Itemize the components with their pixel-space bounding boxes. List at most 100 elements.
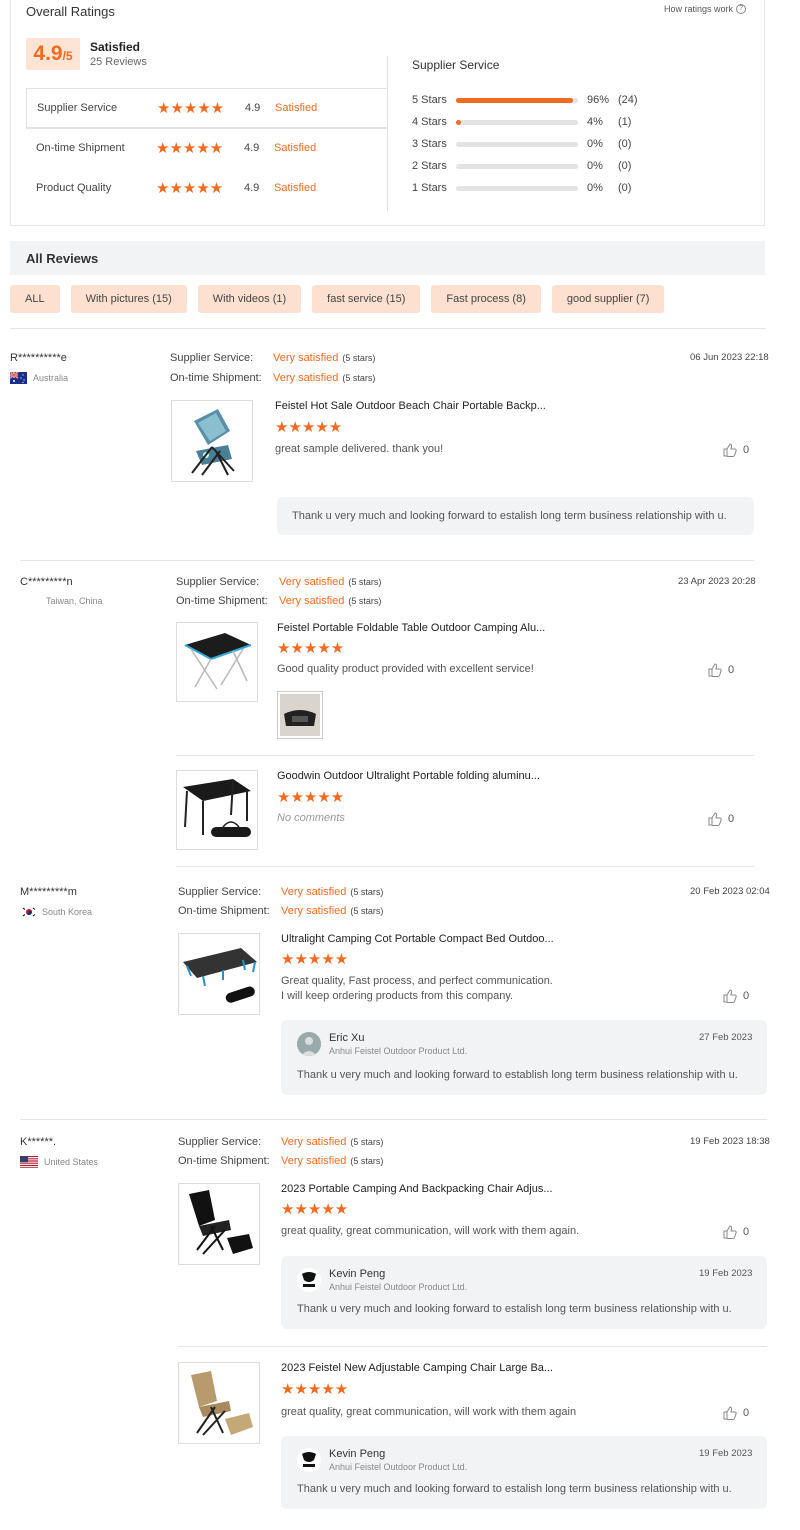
product-title[interactable]: Feistel Hot Sale Outdoor Beach Chair Por… <box>275 400 546 412</box>
rating-value: Very satisfied <box>273 372 339 384</box>
review-photo-thumbnail[interactable] <box>277 691 323 739</box>
divider <box>176 866 754 867</box>
divider <box>10 328 766 329</box>
avatar <box>297 1032 321 1056</box>
supplier-reply: Kevin Peng Anhui Feistel Outdoor Product… <box>281 1436 767 1509</box>
reply-author: Kevin Peng <box>329 1448 386 1460</box>
review-date: 19 Feb 2023 18:38 <box>690 1136 770 1147</box>
supplier-service-rating: Supplier Service: Very satisfied (5 stars) <box>178 886 383 898</box>
rating-row-label: Supplier Service <box>37 102 118 114</box>
folding-table-image <box>183 779 251 837</box>
filter-with-videos[interactable]: With videos (1) <box>197 285 302 313</box>
like-button[interactable]: 0 <box>723 1225 749 1239</box>
star-bar-2[interactable]: 2 Stars 0% (0) <box>412 159 631 173</box>
star-rating-icon: ★★★★★ <box>156 179 224 197</box>
bar-percent: 4% <box>587 116 603 128</box>
supplier-service-label: Supplier Service: <box>176 576 260 588</box>
product-image[interactable] <box>176 622 258 702</box>
supplier-reply: Kevin Peng Anhui Feistel Outdoor Product… <box>281 1256 767 1329</box>
how-ratings-label[interactable]: How ratings work <box>664 4 733 14</box>
reviewer-name: M*********m <box>20 886 77 898</box>
star-bar-3[interactable]: 3 Stars 0% (0) <box>412 137 631 151</box>
like-button[interactable]: 0 <box>723 989 749 1003</box>
like-count: 0 <box>728 813 735 825</box>
like-button[interactable]: 0 <box>723 443 749 457</box>
thumbs-up-icon[interactable] <box>723 1406 737 1420</box>
rating-stars-text: (5 stars) <box>342 353 376 363</box>
product-star-rating-icon: ★★★★★ <box>281 951 349 968</box>
product-star-rating-icon: ★★★★★ <box>277 789 345 806</box>
bar-label: 1 Stars <box>412 182 447 194</box>
bar-fill <box>456 119 461 125</box>
reply-company: Anhui Feistel Outdoor Product Ltd. <box>329 1462 468 1472</box>
question-icon[interactable]: ? <box>736 4 747 14</box>
product-star-rating-icon: ★★★★★ <box>281 1201 349 1218</box>
star-bar-1[interactable]: 1 Stars 0% (0) <box>412 181 631 195</box>
thumbs-up-icon[interactable] <box>723 1225 737 1239</box>
supplier-reply: Eric Xu Anhui Feistel Outdoor Product Lt… <box>281 1020 767 1095</box>
reviewer-country: South Korea <box>22 906 92 918</box>
reply-date: 27 Feb 2023 <box>699 1032 753 1043</box>
rating-row-label: Product Quality <box>36 182 112 194</box>
like-count: 0 <box>743 1407 750 1419</box>
product-title[interactable]: Goodwin Outdoor Ultralight Portable fold… <box>277 770 540 782</box>
ontime-label: On-time Shipment: <box>170 372 262 384</box>
thumbs-up-icon[interactable] <box>723 989 737 1003</box>
like-count: 0 <box>743 1226 750 1238</box>
score-value: 4.9 <box>33 42 63 65</box>
reply-date: 19 Feb 2023 <box>699 1448 753 1459</box>
product-image[interactable] <box>178 933 260 1015</box>
supplier-service-rating: Supplier Service: Very satisfied (5 stars) <box>170 352 375 364</box>
thumbs-up-icon[interactable] <box>723 443 737 457</box>
country-label: Taiwan, China <box>46 596 103 606</box>
bar-percent: 0% <box>587 138 603 150</box>
product-title[interactable]: Ultralight Camping Cot Portable Compact … <box>281 933 554 945</box>
rating-row-score: 4.9 <box>244 142 260 154</box>
bar-label: 3 Stars <box>412 138 447 150</box>
supplier-service-rating: Supplier Service: Very satisfied (5 stars) <box>176 576 381 588</box>
reviewer-country: Australia <box>10 372 68 384</box>
filter-fast-process[interactable]: Fast process (8) <box>431 285 541 313</box>
avatar <box>297 1268 321 1292</box>
rating-stars-text: (5 stars) <box>348 596 382 606</box>
reply-text: Thank u very much and looking forward to… <box>297 1069 738 1081</box>
thumbs-up-icon[interactable] <box>708 812 722 826</box>
like-button[interactable]: 0 <box>708 812 734 826</box>
like-button[interactable]: 0 <box>723 1406 749 1420</box>
score-badge: 4.9/5 <box>26 38 80 70</box>
star-rating-icon: ★★★★★ <box>157 99 225 117</box>
product-image[interactable] <box>178 1362 260 1444</box>
reviewer-name: C*********n <box>20 576 73 588</box>
star-bar-5[interactable]: 5 Stars 96% (24) <box>412 93 638 107</box>
camping-chair-image <box>191 409 235 476</box>
rating-value: Very satisfied <box>273 352 339 364</box>
filter-with-pictures[interactable]: With pictures (15) <box>70 285 187 313</box>
supplier-service-title: Supplier Service <box>412 58 500 72</box>
product-title[interactable]: 2023 Portable Camping And Backpacking Ch… <box>281 1183 553 1195</box>
company-logo-icon <box>302 1272 316 1287</box>
product-title[interactable]: Feistel Portable Foldable Table Outdoor … <box>277 622 545 634</box>
product-image[interactable] <box>178 1183 260 1265</box>
bar-count: (1) <box>618 116 632 128</box>
product-image[interactable] <box>171 400 253 482</box>
like-button[interactable]: 0 <box>708 663 734 677</box>
bar-label: 4 Stars <box>412 116 447 128</box>
score-out-of: /5 <box>62 49 73 63</box>
like-count: 0 <box>743 990 750 1002</box>
product-title[interactable]: 2023 Feistel New Adjustable Camping Chai… <box>281 1362 553 1374</box>
star-bar-4[interactable]: 4 Stars 4% (1) <box>412 115 631 129</box>
united-states-flag-icon <box>20 1156 38 1168</box>
review-filters: ALL With pictures (15) With videos (1) f… <box>10 285 665 313</box>
like-count: 0 <box>728 664 735 676</box>
thumbs-up-icon[interactable] <box>708 663 722 677</box>
filter-fast-service[interactable]: fast service (15) <box>312 285 421 313</box>
rating-row-product-quality: Product Quality ★★★★★ 4.9 Satisfied <box>26 168 388 208</box>
star-rating-icon: ★★★★★ <box>156 139 224 157</box>
reviewer-country: United States <box>20 1156 98 1168</box>
filter-all[interactable]: ALL <box>10 285 60 313</box>
country-label: Australia <box>33 373 69 383</box>
filter-good-supplier[interactable]: good supplier (7) <box>551 285 665 313</box>
rating-stars-text: (5 stars) <box>350 1156 384 1166</box>
how-ratings-work-link[interactable]: How ratings work? <box>664 4 747 14</box>
product-image[interactable] <box>176 770 258 850</box>
